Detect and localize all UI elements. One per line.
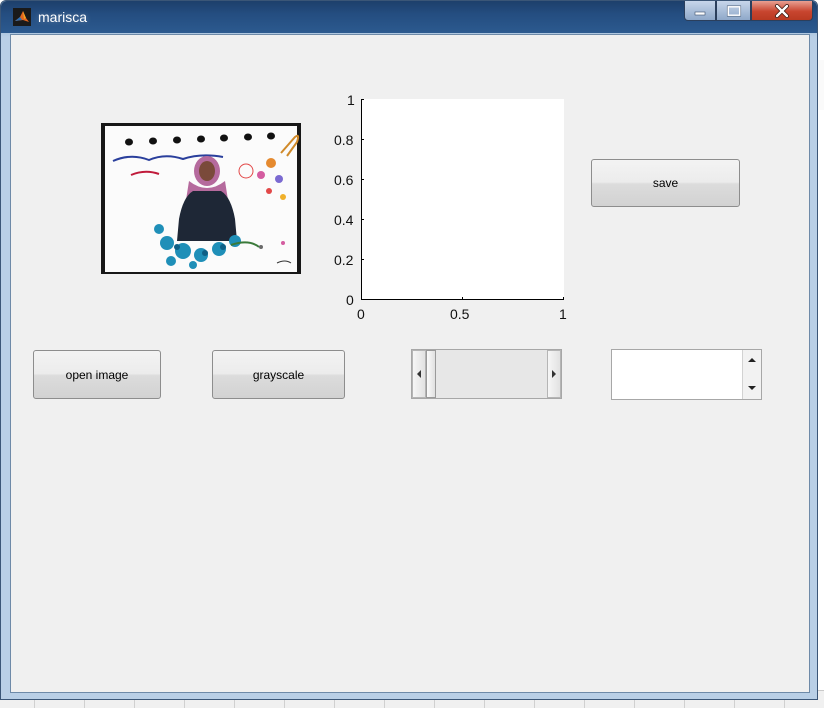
minimize-button[interactable] [684, 1, 716, 21]
slider-left-button[interactable] [412, 350, 426, 398]
listbox-scroll-up-button[interactable] [743, 352, 761, 368]
minimize-icon [694, 11, 706, 15]
portrait-photo [101, 123, 301, 274]
listbox-scroll-down-button[interactable] [743, 380, 761, 396]
horizontal-slider[interactable] [411, 349, 562, 399]
image-display [101, 123, 301, 274]
grayscale-button[interactable]: grayscale [212, 350, 345, 399]
maximize-button[interactable] [716, 1, 751, 21]
arrow-down-icon [748, 386, 756, 390]
window-title: marisca [38, 9, 88, 25]
x-tick-label: 0 [357, 306, 365, 322]
figure-client-area: 0 0.2 0.4 0.6 0.8 1 0 0.5 1 save open im… [10, 34, 810, 693]
x-tick-label: 1 [559, 306, 567, 322]
y-tick-label: 0 [346, 292, 354, 308]
figure-window: marisca 0 0.2 0.4 0.6 0.8 1 0 0.5 1 save… [0, 0, 818, 700]
arrow-up-icon [748, 358, 756, 362]
matlab-logo-icon [13, 8, 31, 26]
axes-box [361, 99, 564, 300]
title-bar[interactable]: marisca [1, 1, 817, 33]
y-tick-label: 0.4 [334, 212, 354, 228]
save-button[interactable]: save [591, 159, 740, 207]
chevron-right-icon [552, 370, 556, 378]
listbox[interactable] [611, 349, 762, 400]
y-tick-label: 0.6 [334, 172, 354, 188]
close-icon [775, 3, 789, 18]
plot-axes [361, 99, 564, 300]
slider-right-button[interactable] [547, 350, 561, 398]
x-tick-label: 0.5 [450, 306, 470, 322]
close-button[interactable] [751, 1, 813, 21]
listbox-scrollbar[interactable] [742, 350, 761, 399]
y-tick-label: 0.8 [334, 132, 354, 148]
y-tick-label: 1 [347, 92, 355, 108]
slider-thumb[interactable] [426, 350, 436, 398]
y-tick-label: 0.2 [334, 252, 354, 268]
chevron-left-icon [417, 370, 421, 378]
maximize-icon [726, 5, 741, 16]
open-image-button[interactable]: open image [33, 350, 161, 399]
